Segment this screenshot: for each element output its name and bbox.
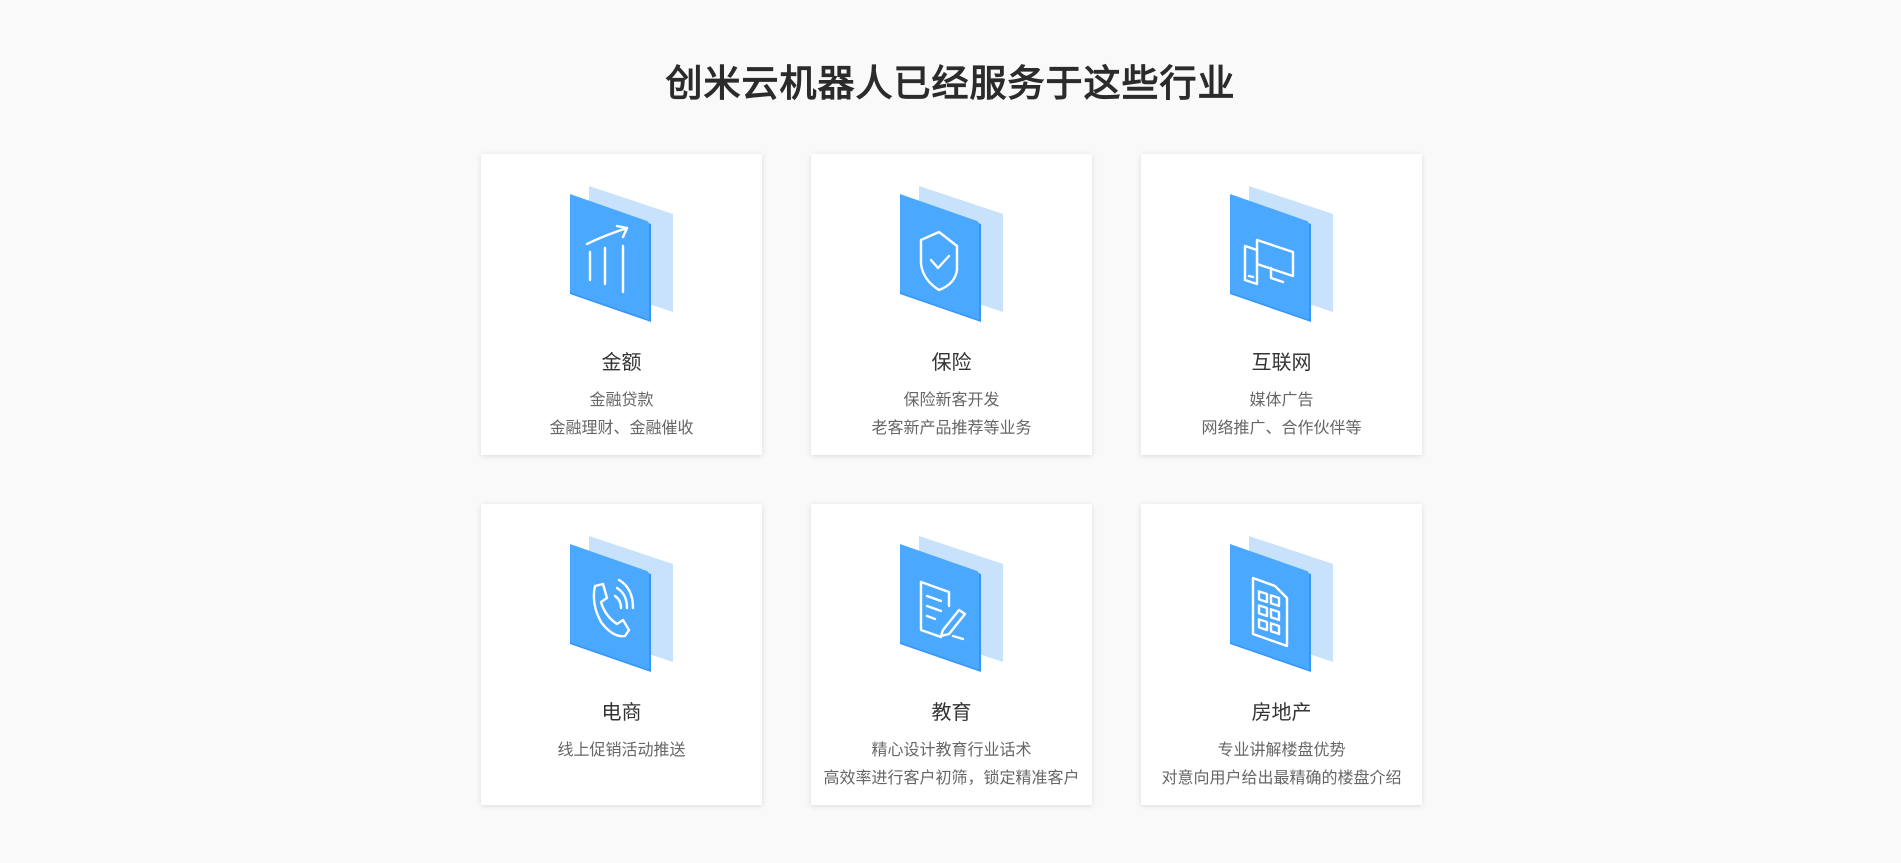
card-desc-line: 高效率进行客户初筛，锁定精准客户 bbox=[823, 768, 1080, 787]
card-desc-line: 保险新客开发 bbox=[903, 390, 1000, 409]
card-desc-line: 专业讲解楼盘优势 bbox=[1217, 740, 1346, 759]
industry-card-internet[interactable]: 互联网 媒体广告 网络推广、合作伙伴等 bbox=[1141, 154, 1422, 455]
industry-card-ecommerce[interactable]: 电商 线上促销活动推送 bbox=[481, 504, 762, 805]
shield-check-icon bbox=[897, 184, 1007, 324]
card-desc-line: 媒体广告 bbox=[1249, 390, 1314, 409]
industry-card-insurance[interactable]: 保险 保险新客开发 老客新产品推荐等业务 bbox=[811, 154, 1092, 455]
card-title: 金额 bbox=[601, 350, 642, 374]
card-description: 线上促销活动推送 bbox=[481, 736, 762, 764]
industry-card-real-estate[interactable]: 房地产 专业讲解楼盘优势 对意向用户给出最精确的楼盘介绍 bbox=[1141, 504, 1422, 805]
card-description: 专业讲解楼盘优势 对意向用户给出最精确的楼盘介绍 bbox=[1141, 736, 1422, 792]
card-desc-line: 老客新产品推荐等业务 bbox=[871, 418, 1032, 437]
document-edit-icon bbox=[897, 534, 1007, 674]
card-title: 房地产 bbox=[1251, 700, 1312, 724]
card-desc-line: 金融理财、金融催收 bbox=[549, 418, 694, 437]
card-desc-line: 对意向用户给出最精确的楼盘介绍 bbox=[1161, 768, 1402, 787]
section-title: 创米云机器人已经服务于这些行业 bbox=[665, 62, 1236, 105]
card-description: 金融贷款 金融理财、金融催收 bbox=[481, 386, 762, 442]
finance-chart-icon bbox=[567, 184, 677, 324]
card-description: 媒体广告 网络推广、合作伙伴等 bbox=[1141, 386, 1422, 442]
card-description: 精心设计教育行业话术 高效率进行客户初筛，锁定精准客户 bbox=[811, 736, 1092, 792]
card-title: 教育 bbox=[931, 700, 972, 724]
industries-section: 创米云机器人已经服务于这些行业 金额 金融贷款 金融理财、金融催收 保险 保险新… bbox=[0, 0, 1901, 863]
card-desc-line: 网络推广、合作伙伴等 bbox=[1201, 418, 1362, 437]
building-icon bbox=[1227, 534, 1337, 674]
industry-grid: 金额 金融贷款 金融理财、金融催收 保险 保险新客开发 老客新产品推荐等业务 互… bbox=[481, 154, 1422, 805]
phone-call-icon bbox=[567, 534, 677, 674]
card-title: 互联网 bbox=[1251, 350, 1312, 374]
card-desc-line: 金融贷款 bbox=[589, 390, 654, 409]
industry-card-finance[interactable]: 金额 金融贷款 金融理财、金融催收 bbox=[481, 154, 762, 455]
card-title: 电商 bbox=[601, 700, 642, 724]
card-description: 保险新客开发 老客新产品推荐等业务 bbox=[811, 386, 1092, 442]
devices-icon bbox=[1227, 184, 1337, 324]
card-title: 保险 bbox=[931, 350, 972, 374]
industry-card-education[interactable]: 教育 精心设计教育行业话术 高效率进行客户初筛，锁定精准客户 bbox=[811, 504, 1092, 805]
card-desc-line: 线上促销活动推送 bbox=[557, 740, 686, 759]
card-desc-line: 精心设计教育行业话术 bbox=[871, 740, 1032, 759]
